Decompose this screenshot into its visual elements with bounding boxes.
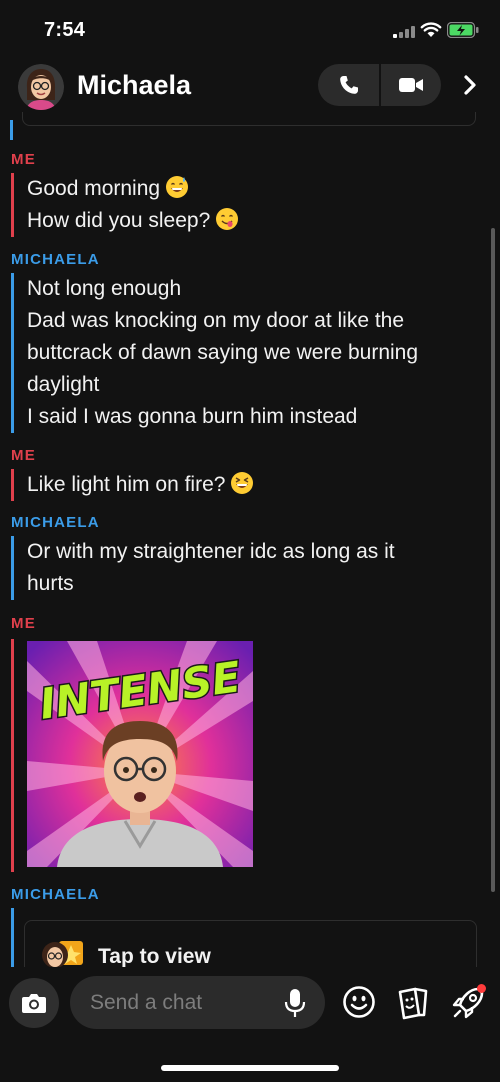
- message-line: buttcrack of dawn saying we were burning: [27, 341, 419, 364]
- message-line: Dad was knocking on my door at like the: [27, 309, 405, 332]
- more-button[interactable]: [455, 70, 485, 100]
- status-bar: 7:54: [0, 0, 500, 60]
- sender-label: MICHAELA: [11, 251, 100, 268]
- message-group[interactable]: Not long enough Dad was knocking on my d…: [11, 273, 481, 433]
- message-group[interactable]: INTENSE: [11, 639, 481, 872]
- phone-icon: [339, 76, 358, 94]
- laughing-squint-emoji: [231, 472, 254, 494]
- message-line: Good morning: [27, 173, 481, 205]
- message-line: I said I was gonna burn him instead: [27, 405, 358, 428]
- message-line: Like light him on fire?: [27, 469, 481, 501]
- message-text: Like light him on fire?: [27, 473, 226, 496]
- contact-name[interactable]: Michaela: [77, 70, 191, 101]
- contact-avatar[interactable]: [18, 64, 64, 110]
- snap-card[interactable]: Tap to view: [24, 920, 477, 967]
- chevron-right-icon: [464, 75, 476, 95]
- message-line: Or with my straightener idc as long as i…: [27, 540, 395, 563]
- voice-call-button[interactable]: [318, 64, 379, 106]
- scroll-indicator[interactable]: [491, 228, 495, 892]
- grinning-sweat-emoji: [166, 176, 189, 198]
- camera-button[interactable]: [9, 978, 59, 1028]
- wifi-icon: [420, 22, 442, 37]
- call-buttons: [318, 64, 441, 106]
- tap-to-view-label: Tap to view: [98, 945, 211, 967]
- camera-icon: [22, 994, 46, 1013]
- message-group[interactable]: Like light him on fire?: [11, 469, 481, 501]
- previous-message-card[interactable]: [22, 112, 476, 126]
- smiley-icon[interactable]: [342, 985, 376, 1019]
- composer-bar: [0, 967, 500, 1082]
- message-text: How did you sleep?: [27, 209, 211, 232]
- sender-label: MICHAELA: [11, 514, 100, 531]
- video-camera-icon: [399, 78, 423, 92]
- battery-charging-icon: [447, 22, 479, 38]
- sender-label: ME: [11, 615, 36, 632]
- video-call-button[interactable]: [381, 64, 441, 106]
- cellular-signal-icon: [393, 26, 415, 38]
- microphone-icon[interactable]: [284, 988, 306, 1018]
- message-group[interactable]: Or with my straightener idc as long as i…: [11, 536, 481, 600]
- snap-preview-icon: [42, 941, 83, 967]
- chat-area[interactable]: ME Good morning How did you sleep? MICHA…: [0, 112, 500, 967]
- message-line: daylight: [27, 373, 100, 396]
- chat-header: Michaela: [0, 60, 500, 112]
- sender-label: ME: [11, 151, 36, 168]
- message-line: How did you sleep?: [27, 205, 481, 237]
- status-time: 7:54: [44, 19, 86, 41]
- message-line: Not long enough: [27, 277, 182, 300]
- message-group[interactable]: Good morning How did you sleep?: [11, 173, 481, 237]
- message-text: Good morning: [27, 177, 161, 200]
- message-line: hurts: [27, 572, 74, 595]
- previous-message-bar: [10, 120, 13, 140]
- sticker-icon[interactable]: [395, 985, 431, 1021]
- sender-label: ME: [11, 447, 36, 464]
- notification-dot: [477, 984, 486, 993]
- yum-emoji: [216, 208, 239, 230]
- bitmoji-sticker[interactable]: INTENSE: [27, 641, 253, 867]
- home-indicator[interactable]: [161, 1065, 339, 1071]
- sender-label: MICHAELA: [11, 886, 100, 903]
